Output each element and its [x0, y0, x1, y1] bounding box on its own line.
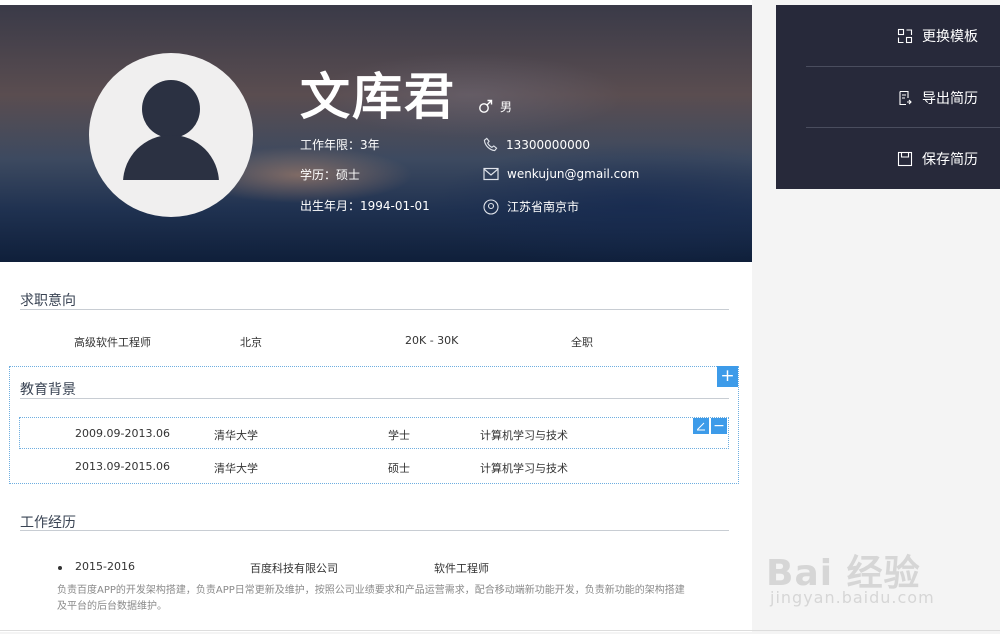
work-period[interactable]: 2015-2016	[75, 560, 135, 573]
job-intent-divider	[20, 309, 729, 310]
edu-period: 2013.09-2015.06	[75, 460, 170, 473]
birth-date[interactable]: 出生年月：1994-01-01	[300, 198, 430, 214]
watermark-brand: Bai 经验	[766, 553, 921, 594]
add-education-button[interactable]: +	[717, 366, 738, 387]
location-value: 江苏省南京市	[507, 200, 580, 214]
mail-icon	[483, 167, 499, 181]
gender-label: 男	[500, 100, 513, 114]
export-resume-button[interactable]: 导出简历	[776, 67, 1000, 128]
education-level[interactable]: 学历：硕士	[300, 167, 360, 183]
intent-salary[interactable]: 20K - 30K	[405, 334, 458, 347]
email-value: wenkujun@gmail.com	[507, 167, 640, 181]
save-icon	[897, 151, 913, 166]
work-title: 工作经历	[20, 515, 76, 531]
phone-value: 13300000000	[506, 137, 590, 152]
bullet-icon	[58, 566, 62, 570]
edu-school: 清华大学	[214, 462, 258, 475]
gender[interactable]: 男	[478, 98, 512, 115]
change-template-label: 更换模板	[922, 28, 978, 45]
baidu-watermark: Bai 经验 jingyan.baidu.com	[766, 530, 996, 620]
save-resume-button[interactable]: 保存简历	[776, 128, 1000, 189]
work-role[interactable]: 软件工程师	[434, 560, 489, 576]
edu-degree: 学士	[388, 429, 410, 442]
resume-header: 文库君 男 工作年限：3年 学历：硕士 出生年月：1994-01-01 1330…	[0, 5, 752, 262]
change-template-button[interactable]: 更换模板	[776, 5, 1000, 66]
phone[interactable]: 13300000000	[483, 137, 590, 152]
work-company[interactable]: 百度科技有限公司	[250, 560, 338, 576]
save-resume-label: 保存简历	[922, 151, 978, 168]
export-icon	[899, 90, 912, 105]
education-divider	[20, 398, 729, 399]
edu-period: 2009.09-2013.06	[75, 427, 170, 440]
candidate-name[interactable]: 文库君	[300, 68, 456, 126]
avatar[interactable]	[89, 53, 253, 217]
delete-education-button[interactable]: −	[711, 418, 727, 434]
page-divider	[0, 630, 1000, 631]
edu-major: 计算机学习与技术	[480, 429, 568, 442]
edu-major: 计算机学习与技术	[480, 462, 568, 475]
intent-position[interactable]: 高级软件工程师	[74, 334, 151, 350]
edit-education-button[interactable]	[693, 418, 709, 434]
email[interactable]: wenkujun@gmail.com	[483, 167, 639, 181]
job-intent-title: 求职意向	[20, 293, 76, 309]
work-years[interactable]: 工作年限：3年	[300, 137, 380, 153]
template-icon	[897, 28, 913, 43]
location-pin-icon	[483, 198, 499, 215]
location[interactable]: 江苏省南京市	[483, 198, 579, 215]
intent-city[interactable]: 北京	[240, 334, 262, 350]
avatar-body-icon	[123, 135, 219, 180]
watermark-url: jingyan.baidu.com	[770, 588, 935, 607]
work-description[interactable]: 负责百度APP的开发架构搭建，负责APP日常更新及维护，按照公司业绩要求和产品运…	[57, 583, 687, 615]
export-resume-label: 导出简历	[922, 90, 978, 107]
pencil-icon	[697, 422, 705, 431]
edu-degree: 硕士	[388, 462, 410, 475]
intent-type[interactable]: 全职	[571, 334, 593, 350]
work-divider	[20, 530, 729, 531]
education-title: 教育背景	[20, 382, 76, 398]
action-panel: 更换模板 导出简历 保存简历	[776, 5, 1000, 189]
edu-school: 清华大学	[214, 429, 258, 442]
male-icon	[479, 99, 493, 113]
phone-icon	[483, 137, 498, 152]
avatar-head-icon	[142, 80, 200, 138]
